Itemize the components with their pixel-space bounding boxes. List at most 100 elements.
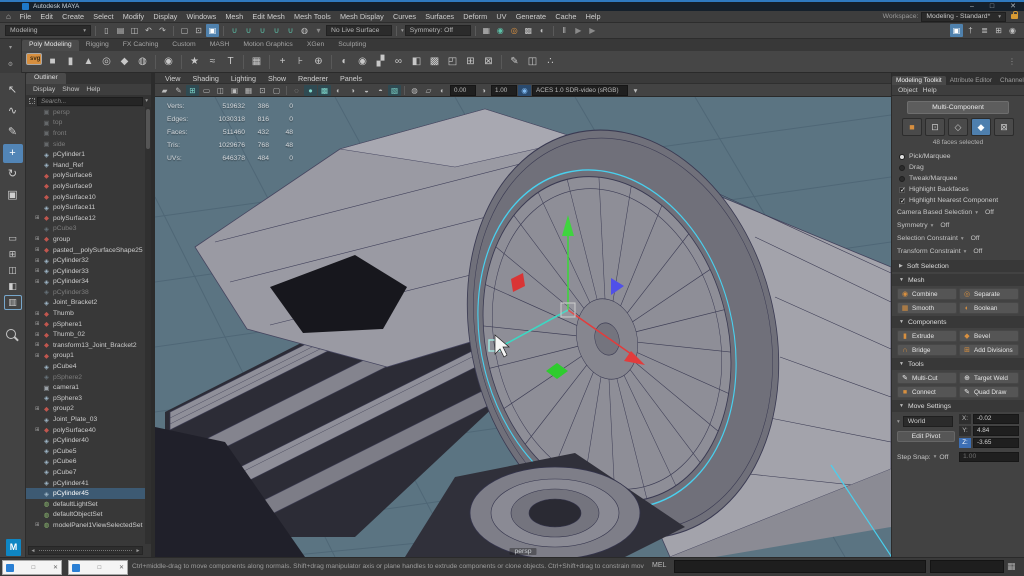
menubar-item[interactable]: Help xyxy=(581,12,605,21)
shelf-tab[interactable]: Rigging xyxy=(79,40,116,51)
outliner-item[interactable]: group xyxy=(26,234,145,245)
menubar-item[interactable]: Modify xyxy=(118,12,149,21)
chevron-down-icon[interactable]: ▾ xyxy=(934,454,937,460)
axis-value-field[interactable]: -0.02 xyxy=(973,414,1019,424)
combine-button[interactable]: ◉ Combine xyxy=(897,288,957,300)
outliner-menu-item[interactable]: Display xyxy=(30,86,58,93)
viewport-menu-item[interactable]: Show xyxy=(262,74,292,83)
radio-option[interactable]: Tweak/Marquee xyxy=(897,173,1019,184)
crease-tool-icon[interactable]: ✎ xyxy=(506,53,523,70)
separator[interactable] xyxy=(286,86,287,95)
attribute-editor-toggle-icon[interactable]: ▣ xyxy=(950,24,963,37)
3d-scene-render[interactable] xyxy=(155,97,891,557)
axis-value-field[interactable]: -3.65 xyxy=(973,438,1019,448)
rotate-tool[interactable]: ↻ xyxy=(3,165,23,184)
scale-tool[interactable]: ▣ xyxy=(3,186,23,205)
snap-projected-icon[interactable]: ∪ xyxy=(270,24,283,37)
shelf-tab[interactable]: Sculpting xyxy=(331,40,373,51)
viewport-menu-item[interactable]: Panels xyxy=(334,74,368,83)
multi-component-button[interactable]: Multi-Component xyxy=(907,101,1009,114)
outliner-item[interactable]: pCylinder32 xyxy=(26,255,145,266)
pane-layout-four[interactable]: ⊞ xyxy=(3,247,23,261)
shelf-tab[interactable]: Poly Modeling xyxy=(22,40,79,51)
menubar-item[interactable]: Display xyxy=(149,12,182,21)
outliner-h-scrollbar[interactable]: ◄ ► xyxy=(28,546,143,555)
radio-option[interactable]: Pick/Marquee xyxy=(897,151,1019,162)
layout-uv-icon[interactable]: ⊞ xyxy=(462,53,479,70)
soft-selection-header[interactable]: ▶ Soft Selection xyxy=(892,260,1024,272)
snap-viewplane-icon[interactable]: ∪ xyxy=(284,24,297,37)
shelf-menu-icon[interactable]: ▾ xyxy=(9,44,12,51)
smooth-button[interactable]: ▦ Smooth xyxy=(897,302,957,314)
outliner-item[interactable]: pCylinder38 xyxy=(26,287,145,298)
menubar-item[interactable]: File xyxy=(15,12,36,21)
grease-pencil-icon[interactable]: ✎ xyxy=(172,85,185,96)
menubar-item[interactable]: Select xyxy=(89,12,118,21)
outliner-item[interactable]: pCube4 xyxy=(26,361,145,372)
expand-icon[interactable] xyxy=(35,522,42,528)
mini-window[interactable]: □ ✕ xyxy=(68,560,128,575)
minimize-button[interactable]: – xyxy=(970,3,974,10)
expand-icon[interactable] xyxy=(35,236,42,242)
textured-icon[interactable]: ▩ xyxy=(318,85,331,96)
curve-warp-icon[interactable]: ≈ xyxy=(204,53,221,70)
object-mode-button[interactable]: ■ xyxy=(902,118,922,136)
shelf-separator[interactable] xyxy=(181,55,182,69)
mesh-section-header[interactable]: ▼ Mesh xyxy=(892,274,1024,286)
bridge-button[interactable]: ∩ Bridge xyxy=(897,344,957,356)
outliner-item[interactable]: transform13_Joint_Bracket2 xyxy=(26,340,145,351)
joint-tool-icon[interactable]: + xyxy=(274,53,291,70)
snap-curve-icon[interactable]: ∪ xyxy=(242,24,255,37)
chevron-down-icon[interactable]: ▾ xyxy=(975,210,978,216)
cut-uv-icon[interactable]: ⊠ xyxy=(480,53,497,70)
render-view-icon[interactable]: ▦ xyxy=(480,24,493,37)
snap-options-caret[interactable]: ▾ xyxy=(312,24,325,37)
light-editor-icon[interactable]: ◐ xyxy=(536,24,549,37)
select-object-icon[interactable]: ⊡ xyxy=(192,24,205,37)
expand-icon[interactable] xyxy=(35,247,42,253)
outliner-item[interactable]: Joint_Plate_03 xyxy=(26,414,145,425)
chevron-down-icon[interactable]: ▾ xyxy=(931,223,934,229)
outliner-item[interactable]: pCylinder45 xyxy=(26,488,145,499)
dropdown-row[interactable]: Selection Constraint ▾ Off xyxy=(897,232,1019,245)
edit-pivot-button[interactable]: Edit Pivot xyxy=(897,431,955,442)
menubar-item[interactable]: Cache xyxy=(551,12,581,21)
mel-label[interactable]: MEL xyxy=(652,562,666,569)
axis-field-row[interactable]: Y: 4.84 xyxy=(959,426,1019,436)
expand-icon[interactable] xyxy=(35,215,42,221)
outliner-item[interactable]: pCylinder33 xyxy=(26,266,145,277)
live-surface-field[interactable]: No Live Surface xyxy=(326,25,392,36)
menubar-item[interactable]: Generate xyxy=(511,12,551,21)
separate-button[interactable]: ◎ Separate xyxy=(959,288,1019,300)
make-live-icon[interactable]: ◍ xyxy=(298,24,311,37)
pane-layout-split[interactable]: ◫ xyxy=(3,263,23,277)
multi-pen-icon[interactable]: ∴ xyxy=(542,53,559,70)
expand-icon[interactable] xyxy=(35,332,42,338)
chevron-down-icon[interactable]: ▾ xyxy=(401,28,404,34)
outliner-item[interactable]: Thumb xyxy=(26,308,145,319)
gamma-field[interactable]: 1.00 xyxy=(491,85,517,96)
outliner-item[interactable]: group2 xyxy=(26,404,145,415)
zoom-select-tool[interactable] xyxy=(3,326,23,340)
maximize-icon[interactable]: □ xyxy=(26,565,36,571)
shelf-separator[interactable] xyxy=(243,55,244,69)
shelf-overflow-dots[interactable]: ⋮ xyxy=(1008,57,1020,66)
outliner-item[interactable]: polySurface11 xyxy=(26,202,145,213)
new-scene-icon[interactable]: ▯ xyxy=(100,24,113,37)
poly-cylinder-icon[interactable]: ▮ xyxy=(62,53,79,70)
muscle-icon[interactable]: ∞ xyxy=(390,53,407,70)
menubar-item[interactable]: UV xyxy=(492,12,511,21)
filter-icon[interactable] xyxy=(29,98,35,104)
poly-plane-icon[interactable]: ◆ xyxy=(116,53,133,70)
shelf-separator[interactable] xyxy=(269,55,270,69)
colorspace-caret[interactable]: ▾ xyxy=(629,85,642,96)
bevel-button[interactable]: ◆ Bevel xyxy=(959,330,1019,342)
shelf-tab[interactable]: MASH xyxy=(203,40,237,51)
expand-icon[interactable] xyxy=(35,321,42,327)
connect-button[interactable]: ■ Connect xyxy=(897,386,957,398)
lasso-tool[interactable]: ∿ xyxy=(3,102,23,121)
shelf-tab[interactable]: XGen xyxy=(300,40,331,51)
expand-icon[interactable] xyxy=(35,406,42,412)
outliner-item[interactable]: pCylinder1 xyxy=(26,149,145,160)
unfold-icon[interactable]: ◰ xyxy=(444,53,461,70)
